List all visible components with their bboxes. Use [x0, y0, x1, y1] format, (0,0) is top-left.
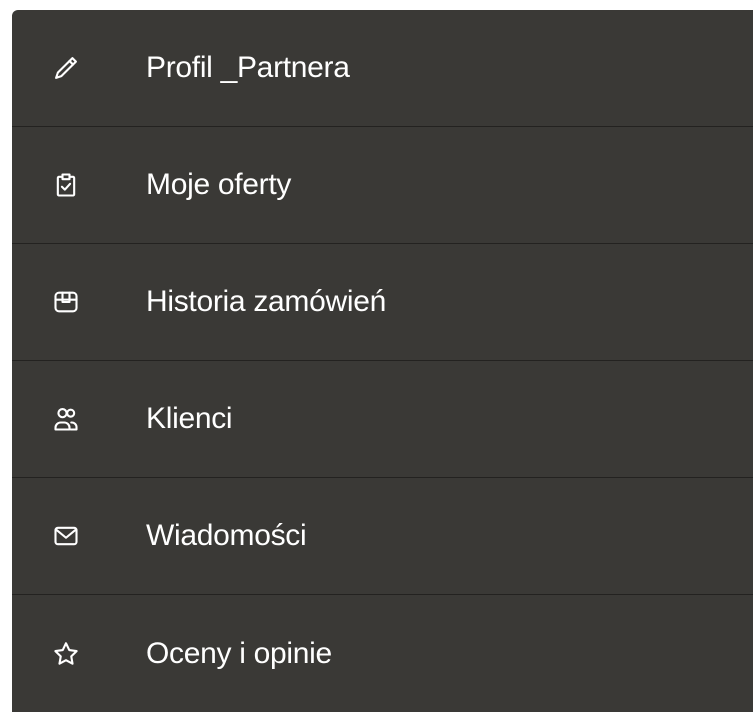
menu-item-wiadomosci[interactable]: Wiadomości [12, 478, 753, 595]
mail-icon [52, 522, 80, 550]
menu-item-oceny-i-opinie[interactable]: Oceny i opinie [12, 595, 753, 712]
package-icon [52, 288, 80, 316]
partner-menu: Profil _Partnera Moje oferty Historia za… [12, 10, 753, 712]
star-icon [52, 640, 80, 668]
menu-item-klienci[interactable]: Klienci [12, 361, 753, 478]
users-icon [52, 405, 80, 433]
menu-item-historia-zamowien[interactable]: Historia zamówień [12, 244, 753, 361]
menu-item-label: Wiadomości [146, 519, 307, 552]
menu-item-label: Klienci [146, 402, 233, 435]
menu-item-label: Historia zamówień [146, 285, 386, 318]
pencil-icon [52, 54, 80, 82]
menu-item-label: Profil _Partnera [146, 51, 350, 84]
menu-item-profil-partnera[interactable]: Profil _Partnera [12, 10, 753, 127]
clipboard-check-icon [52, 171, 80, 199]
menu-item-label: Oceny i opinie [146, 636, 332, 670]
menu-item-moje-oferty[interactable]: Moje oferty [12, 127, 753, 244]
menu-item-label: Moje oferty [146, 168, 292, 201]
